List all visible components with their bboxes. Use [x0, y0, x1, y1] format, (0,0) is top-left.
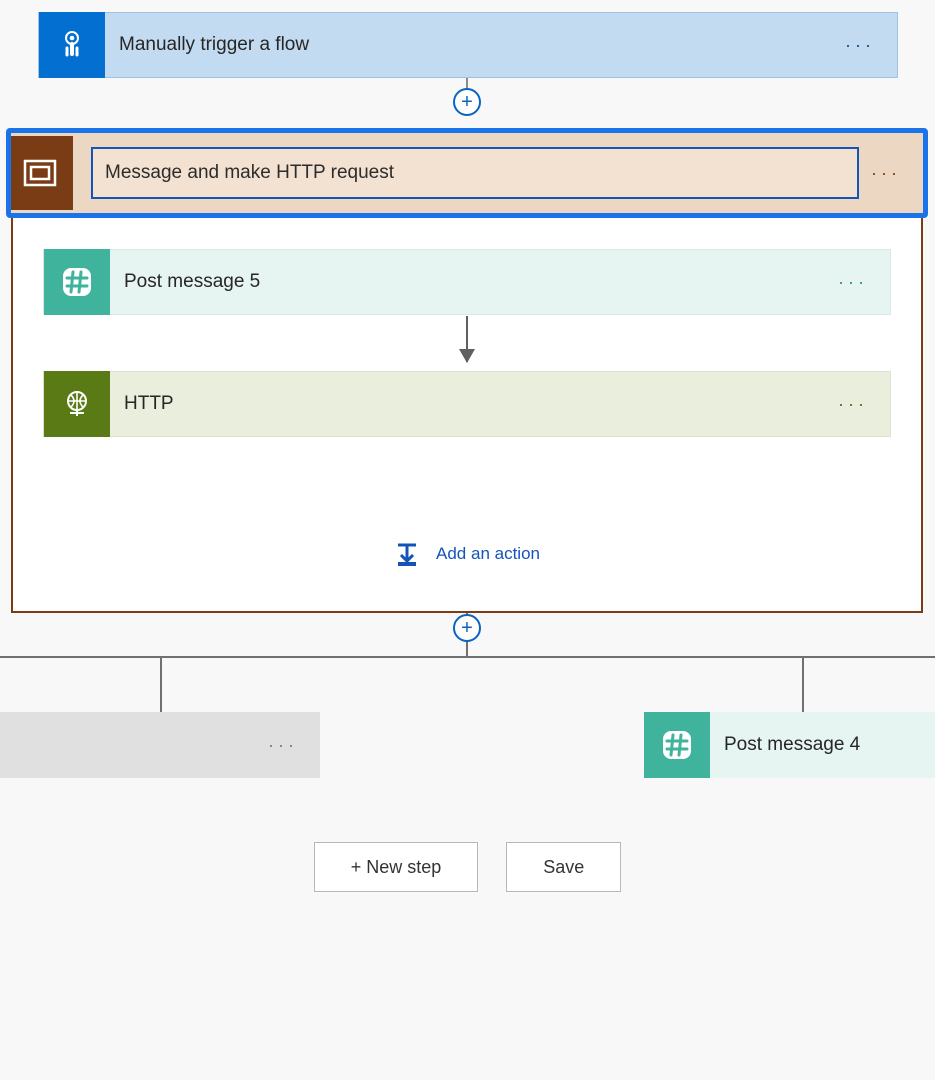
branch-left-more-menu[interactable]: ···	[268, 735, 320, 756]
step-more-menu[interactable]: ···	[838, 272, 890, 293]
add-step-button[interactable]: +	[453, 614, 481, 642]
step-title: HTTP	[110, 393, 838, 415]
trigger-title: Manually trigger a flow	[105, 34, 845, 56]
slack-hash-icon	[644, 712, 710, 778]
slack-hash-icon	[44, 249, 110, 315]
manual-trigger-icon	[39, 12, 105, 78]
scope-selection-outline	[6, 128, 928, 218]
save-button[interactable]: Save	[506, 842, 621, 892]
globe-icon	[44, 371, 110, 437]
add-action-label: Add an action	[436, 544, 540, 564]
step-http[interactable]: HTTP ···	[43, 371, 891, 437]
add-step-button[interactable]: +	[453, 88, 481, 116]
branch-connector-left	[160, 656, 162, 712]
new-step-button[interactable]: + New step	[314, 842, 479, 892]
insert-action-icon	[394, 541, 420, 567]
connector-arrow	[466, 316, 468, 362]
trigger-card[interactable]: Manually trigger a flow ···	[38, 12, 898, 78]
trigger-more-menu[interactable]: ···	[845, 35, 897, 56]
branch-connector-right	[802, 656, 804, 712]
branch-right-title: Post message 4	[710, 734, 935, 756]
branch-line	[0, 656, 935, 658]
step-more-menu[interactable]: ···	[838, 394, 890, 415]
branch-left-card[interactable]: ···	[0, 712, 320, 778]
bottom-buttons: + New step Save	[0, 842, 935, 892]
step-post-message-5[interactable]: Post message 5 ···	[43, 249, 891, 315]
step-title: Post message 5	[110, 271, 838, 293]
branch-right-card[interactable]: Post message 4	[644, 712, 935, 778]
scope-body: Post message 5 ··· HTTP ··· Add an actio…	[11, 213, 923, 613]
add-action-button[interactable]: Add an action	[13, 541, 921, 567]
